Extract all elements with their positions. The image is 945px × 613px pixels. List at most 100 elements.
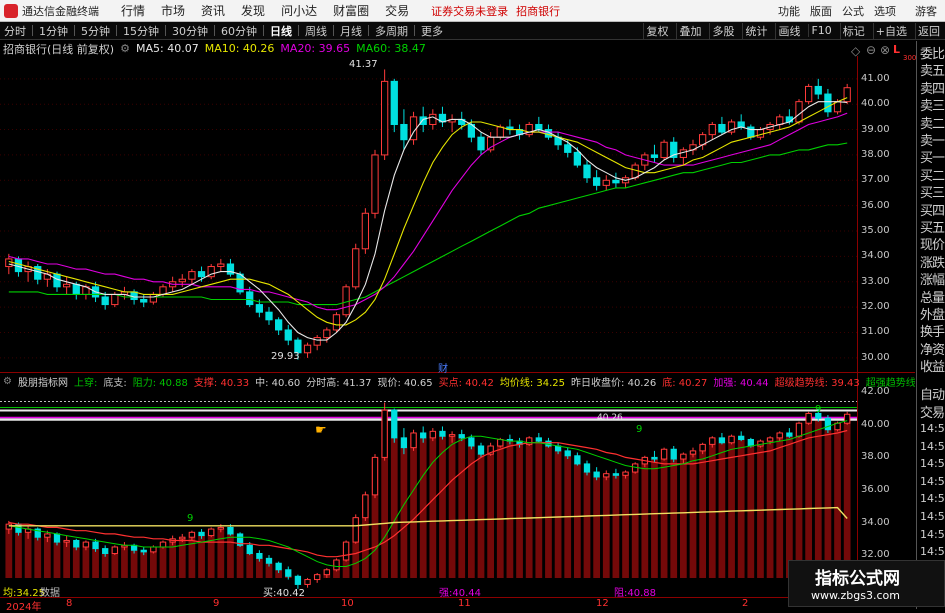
candle-body bbox=[197, 271, 206, 278]
candle-body bbox=[429, 113, 437, 125]
period-button[interactable]: 15分钟 bbox=[123, 23, 159, 39]
indicator-bar bbox=[708, 437, 716, 578]
side-panel-item[interactable]: 卖二 bbox=[920, 113, 945, 132]
indicator-name[interactable]: 股朋指标网 bbox=[18, 374, 68, 389]
candle-body bbox=[419, 116, 427, 125]
indicator-candle-body bbox=[535, 437, 542, 442]
side-panel-item[interactable]: 卖四 bbox=[920, 78, 945, 97]
period-button[interactable]: 30分钟 bbox=[172, 23, 208, 39]
period-button[interactable]: 1分钟 bbox=[39, 23, 68, 39]
menu-item-trade[interactable]: 交易 bbox=[385, 2, 409, 19]
indicator-bar bbox=[554, 450, 562, 578]
side-panel-item[interactable]: 买二 bbox=[920, 165, 945, 184]
side-panel-auto[interactable]: 自动 bbox=[920, 384, 945, 403]
indicator-bar bbox=[545, 446, 552, 578]
candle-body bbox=[593, 177, 601, 186]
diamond-icon[interactable]: ◇ bbox=[851, 44, 860, 58]
menu-item-market[interactable]: 市场 bbox=[161, 2, 185, 19]
indicator-bar bbox=[718, 442, 726, 578]
panel-separator bbox=[0, 372, 915, 373]
indicator-value-1: 底支: bbox=[103, 377, 127, 389]
side-panel-item[interactable]: 涨跌 bbox=[920, 252, 945, 271]
side-panel-item[interactable]: 总量 bbox=[920, 287, 945, 306]
indicator-candle-body bbox=[429, 430, 436, 439]
side-panel-item[interactable]: 卖一 bbox=[920, 130, 945, 149]
candle-body bbox=[332, 314, 341, 331]
period-button[interactable]: 分时 bbox=[4, 23, 26, 39]
period-button[interactable]: 60分钟 bbox=[221, 23, 257, 39]
indicator-bar bbox=[15, 532, 22, 578]
indicator-tick-label: 40.00 bbox=[861, 418, 890, 430]
side-panel-item[interactable]: 涨幅 bbox=[920, 269, 945, 288]
toolbar-button[interactable]: 复权 bbox=[643, 22, 670, 39]
toolbar-button-back[interactable]: 返回 bbox=[915, 22, 942, 39]
period-button[interactable]: 月线 bbox=[340, 23, 362, 39]
side-panel-item[interactable]: 买三 bbox=[920, 182, 945, 201]
menu-item-quotes[interactable]: 行情 bbox=[121, 2, 145, 19]
menu-item-layout[interactable]: 版面 bbox=[810, 3, 832, 19]
side-panel-item[interactable]: 外盘 bbox=[920, 304, 945, 323]
toolbar-button[interactable]: 统计 bbox=[742, 22, 769, 39]
date-label: 12 bbox=[596, 598, 609, 609]
candle-body bbox=[313, 337, 321, 346]
side-panel-time: 14:56 bbox=[920, 492, 945, 506]
candle-body bbox=[612, 179, 620, 184]
indicator-tick-label: 42.00 bbox=[861, 386, 890, 398]
menu-item-news[interactable]: 资讯 bbox=[201, 2, 225, 19]
menu-item-discover[interactable]: 发现 bbox=[241, 2, 265, 19]
period-button[interactable]: 多周期 bbox=[375, 23, 408, 39]
side-panel-item[interactable]: 现价 bbox=[920, 234, 945, 253]
side-panel-item[interactable]: 卖三 bbox=[920, 95, 945, 114]
minimize-icon[interactable]: ⊖ bbox=[866, 43, 876, 57]
high-annotation: 41.37 bbox=[349, 59, 378, 70]
toolbar-button[interactable]: 画线 bbox=[775, 22, 802, 39]
indicator-value-4: 中: 40.60 bbox=[255, 377, 301, 389]
side-panel-item[interactable]: 买五 bbox=[920, 217, 945, 236]
finance-marker[interactable]: 财 bbox=[438, 360, 448, 375]
indicator-candle-body bbox=[362, 494, 369, 519]
kline-chart[interactable] bbox=[0, 41, 915, 597]
indicator-settings-icon[interactable]: ⚙ bbox=[3, 376, 12, 387]
toolbar-button[interactable]: F10 bbox=[808, 24, 833, 37]
period-button-daily[interactable]: 日线 bbox=[270, 23, 292, 39]
side-panel-trade[interactable]: 交易 bbox=[920, 402, 945, 421]
indicator-bar bbox=[747, 446, 755, 578]
period-button[interactable]: 5分钟 bbox=[81, 23, 110, 39]
toolbar-button-add-favorite[interactable]: +自选 bbox=[872, 22, 909, 39]
candle-body bbox=[477, 136, 485, 151]
indicator-bar bbox=[101, 553, 109, 578]
indicator-bar bbox=[824, 429, 832, 578]
indicator-value-11: 加强: 40.44 bbox=[713, 377, 769, 389]
side-panel-item[interactable]: 换手 bbox=[920, 321, 945, 340]
period-button-more[interactable]: 更多 bbox=[421, 23, 443, 39]
indicator-candle-body bbox=[564, 450, 571, 457]
menu-item-options[interactable]: 选项 bbox=[874, 3, 896, 19]
menu-item-function[interactable]: 功能 bbox=[778, 3, 800, 19]
indicator-candle-body bbox=[246, 544, 253, 554]
indicator-candle-body bbox=[159, 541, 167, 548]
menu-item-wealth[interactable]: 财富圈 bbox=[333, 2, 369, 19]
indicator-candle-body bbox=[371, 456, 379, 496]
side-panel-item[interactable]: 买四 bbox=[920, 200, 945, 219]
menu-item-ask[interactable]: 问小达 bbox=[281, 2, 317, 19]
candle-body bbox=[130, 291, 138, 301]
trade-login-notice[interactable]: 证券交易未登录 bbox=[431, 3, 508, 19]
side-panel-item[interactable]: 委比 bbox=[920, 43, 945, 62]
indicator-value-2: 阻力: 40.88 bbox=[132, 377, 188, 389]
date-label: 2024年 bbox=[6, 602, 42, 613]
period-button[interactable]: 周线 bbox=[305, 23, 327, 39]
indicator-candle-body bbox=[439, 430, 446, 437]
toolbar-button[interactable]: 叠加 bbox=[676, 22, 703, 39]
side-panel-item[interactable]: 买一 bbox=[920, 147, 945, 166]
close-icon[interactable]: ⊗ bbox=[880, 43, 890, 57]
menu-item-formula[interactable]: 公式 bbox=[842, 3, 864, 19]
side-panel-item[interactable]: 净资 bbox=[920, 339, 945, 358]
user-guest[interactable]: 游客 bbox=[915, 3, 937, 19]
indicator-bar bbox=[593, 476, 601, 578]
side-panel-item[interactable]: 收益 bbox=[920, 356, 945, 375]
side-panel-item[interactable]: 卖五 bbox=[920, 60, 945, 79]
toolbar-button[interactable]: 标记 bbox=[839, 22, 867, 39]
toolbar-button[interactable]: 多股 bbox=[709, 22, 736, 39]
indicator-candle-body bbox=[805, 412, 812, 424]
candle-body bbox=[361, 212, 369, 250]
